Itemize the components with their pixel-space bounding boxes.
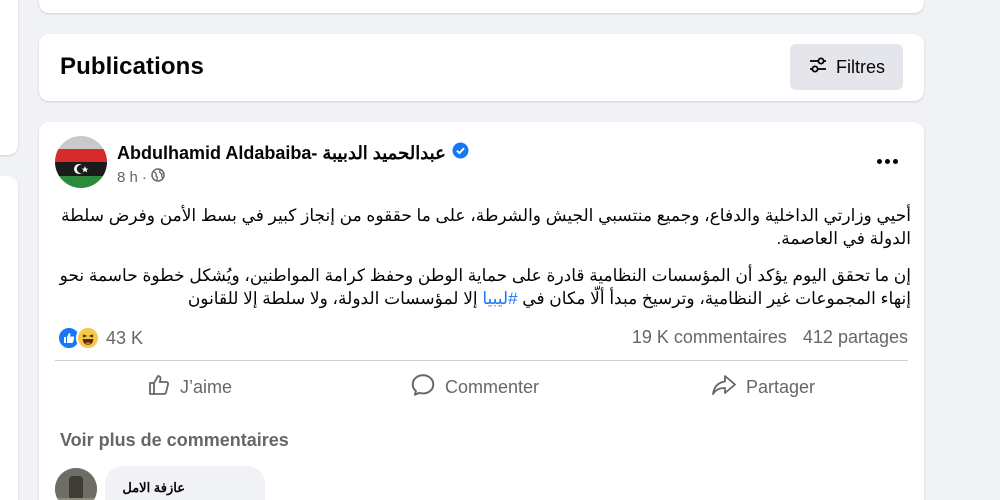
comment-button[interactable]: Commenter bbox=[410, 372, 539, 402]
left-sidebar-card bbox=[0, 0, 18, 155]
more-dot bbox=[884, 158, 890, 164]
publications-header-card: Publications Filtres bbox=[39, 34, 924, 101]
commenter-avatar[interactable] bbox=[55, 468, 97, 500]
filters-icon bbox=[808, 55, 828, 80]
share-icon bbox=[711, 373, 737, 402]
verified-badge-icon bbox=[452, 142, 469, 164]
thumbs-up-icon bbox=[147, 373, 171, 402]
share-label: Partager bbox=[746, 376, 816, 397]
meta-separator: · bbox=[141, 168, 147, 186]
filters-button[interactable]: Filtres bbox=[790, 44, 903, 90]
publications-title: Publications bbox=[60, 53, 204, 80]
author-avatar[interactable] bbox=[55, 136, 107, 188]
comment-bubble: عازفة الامل bbox=[105, 466, 265, 500]
post-card: Abdulhamid Aldabaiba- عبدالحميد الدبيبة … bbox=[39, 122, 924, 500]
left-sidebar-card-lower bbox=[0, 176, 18, 500]
reaction-count: 43 K bbox=[106, 327, 144, 348]
more-options-button[interactable] bbox=[869, 146, 905, 176]
comment-icon bbox=[410, 372, 436, 403]
filters-label: Filtres bbox=[836, 56, 885, 77]
like-label: J’aime bbox=[180, 376, 233, 397]
reactions-summary[interactable]: 43 K bbox=[57, 326, 143, 350]
post-paragraph: إن ما تحقق اليوم يؤكد أن المؤسسات النظام… bbox=[59, 264, 911, 310]
comments-count[interactable]: 19 K commentaires bbox=[632, 327, 787, 348]
more-dot bbox=[876, 158, 882, 164]
globe-icon bbox=[151, 168, 165, 186]
more-dot bbox=[892, 158, 898, 164]
comment-label: Commenter bbox=[445, 376, 540, 397]
post-paragraph: أحيي وزارتي الداخلية والدفاع، وجميع منتس… bbox=[61, 206, 911, 248]
paragraph-text: إلا لمؤسسات الدولة، ولا سلطة إلا للقانون bbox=[187, 289, 483, 308]
share-button[interactable]: Partager bbox=[711, 372, 815, 402]
shares-count[interactable]: 412 partages bbox=[803, 327, 908, 348]
post-text: أحيي وزارتي الداخلية والدفاع، وجميع منتس… bbox=[59, 204, 911, 324]
previous-card bbox=[39, 0, 924, 13]
divider bbox=[55, 360, 908, 361]
author-name[interactable]: Abdulhamid Aldabaiba- عبدالحميد الدبيبة bbox=[117, 143, 446, 164]
haha-reaction-icon bbox=[76, 326, 100, 350]
commenter-name[interactable]: عازفة الامل bbox=[122, 480, 185, 496]
view-more-comments-link[interactable]: Voir plus de commentaires bbox=[60, 430, 289, 451]
post-time[interactable]: 8 h bbox=[117, 169, 138, 186]
like-button[interactable]: J’aime bbox=[147, 372, 232, 402]
hashtag-link[interactable]: #ليبيا bbox=[482, 289, 517, 308]
